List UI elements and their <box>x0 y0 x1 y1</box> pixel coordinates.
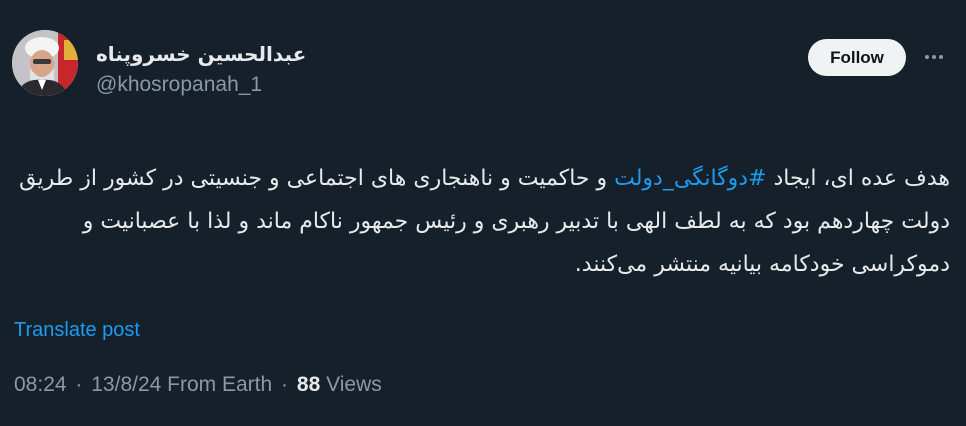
more-options-icon[interactable] <box>918 45 950 69</box>
post-text: هدف عده ای، ایجاد #دوگانگی_دولت و حاکمیت… <box>12 157 950 286</box>
author-handle[interactable]: @khosropanah_1 <box>96 72 396 98</box>
post-source: From Earth <box>167 373 273 396</box>
more-dot <box>932 55 936 59</box>
meta-separator: · <box>281 373 289 396</box>
post-time[interactable]: 08:24 <box>14 373 67 396</box>
more-dot <box>925 55 929 59</box>
author-display-name[interactable]: عبدالحسین خسروپناه <box>96 40 306 68</box>
follow-button[interactable]: Follow <box>808 39 906 76</box>
profile-photo-icon <box>12 30 78 96</box>
meta-separator: · <box>75 373 83 396</box>
post-text-part1: هدف عده ای، ایجاد <box>766 166 950 191</box>
author-info: عبدالحسین خسروپناه @khosropanah_1 <box>96 40 396 98</box>
translate-post-link[interactable]: Translate post <box>14 319 140 342</box>
views-label: Views <box>326 373 382 396</box>
post-date[interactable]: 13/8/24 <box>91 373 161 396</box>
views-count: 88 <box>296 373 321 396</box>
more-dot <box>939 55 943 59</box>
post-meta: 08:24 · 13/8/24 From Earth · 88 Views <box>14 373 382 397</box>
avatar[interactable] <box>12 30 78 96</box>
post-hashtag-link[interactable]: #دوگانگی_دولت <box>614 166 766 191</box>
